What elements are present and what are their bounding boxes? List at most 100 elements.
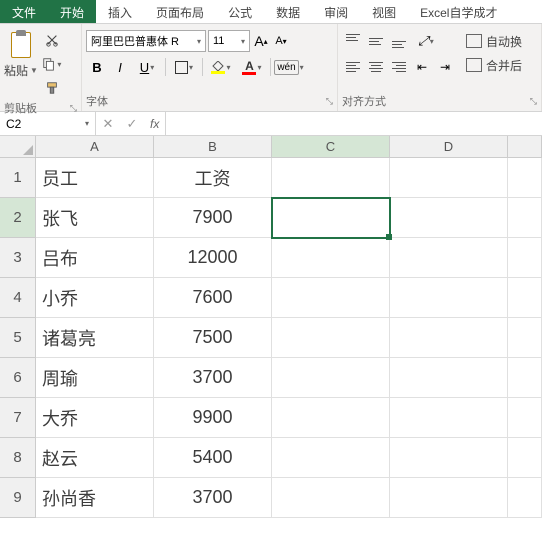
cell-C3[interactable] [272, 238, 390, 278]
align-top-button[interactable] [342, 30, 364, 52]
increase-indent-button[interactable]: ⇥ [434, 56, 456, 78]
orientation-button[interactable]: ⤢▾ [411, 30, 441, 52]
cell-B3[interactable]: 12000 [154, 238, 272, 278]
copy-button[interactable]: ▾ [42, 54, 62, 74]
cell-B9[interactable]: 3700 [154, 478, 272, 518]
grow-font-button[interactable]: A▴ [252, 30, 270, 52]
col-header-B[interactable]: B [154, 136, 272, 158]
row-header-4[interactable]: 4 [0, 278, 36, 318]
cell-D8[interactable] [390, 438, 508, 478]
name-box[interactable]: C2 ▾ [0, 112, 96, 135]
align-bottom-button[interactable] [388, 30, 410, 52]
format-painter-button[interactable] [42, 78, 62, 98]
italic-button[interactable]: I [109, 56, 131, 78]
fill-color-button[interactable]: ▾ [206, 56, 236, 78]
cut-button[interactable] [42, 30, 62, 50]
cell-A2[interactable]: 张飞 [36, 198, 154, 238]
cell-A5[interactable]: 诸葛亮 [36, 318, 154, 358]
align-right-button[interactable] [388, 56, 410, 78]
cell-D1[interactable] [390, 158, 508, 198]
cell-C7[interactable] [272, 398, 390, 438]
paste-button[interactable]: 粘贴 ▼ [4, 26, 38, 79]
row-header-2[interactable]: 2 [0, 198, 36, 238]
tab-review[interactable]: 审阅 [312, 0, 360, 23]
wrap-text-button[interactable]: 自动换 [462, 30, 526, 52]
row-header-7[interactable]: 7 [0, 398, 36, 438]
col-header-D[interactable]: D [390, 136, 508, 158]
cell-C8[interactable] [272, 438, 390, 478]
cell-A3[interactable]: 吕布 [36, 238, 154, 278]
cell-D7[interactable] [390, 398, 508, 438]
cell-A4[interactable]: 小乔 [36, 278, 154, 318]
tab-view[interactable]: 视图 [360, 0, 408, 23]
tab-file[interactable]: 文件 [0, 0, 48, 23]
col-header-C[interactable]: C [272, 136, 390, 158]
tab-data[interactable]: 数据 [264, 0, 312, 23]
cell-B7[interactable]: 9900 [154, 398, 272, 438]
font-color-button[interactable]: A ▾ [237, 56, 267, 78]
cell-A1[interactable]: 员工 [36, 158, 154, 198]
row-header-6[interactable]: 6 [0, 358, 36, 398]
cell-B4[interactable]: 7600 [154, 278, 272, 318]
accept-formula-button[interactable]: ✓ [120, 116, 144, 132]
cell-B8[interactable]: 5400 [154, 438, 272, 478]
cell-E5[interactable] [508, 318, 542, 358]
bold-button[interactable]: B [86, 56, 108, 78]
tab-pagelayout[interactable]: 页面布局 [144, 0, 216, 23]
cell-D2[interactable] [390, 198, 508, 238]
cell-B1[interactable]: 工资 [154, 158, 272, 198]
cell-C6[interactable] [272, 358, 390, 398]
tab-formulas[interactable]: 公式 [216, 0, 264, 23]
row-header-9[interactable]: 9 [0, 478, 36, 518]
cell-D3[interactable] [390, 238, 508, 278]
shrink-font-button[interactable]: A▾ [272, 30, 290, 52]
row-header-8[interactable]: 8 [0, 438, 36, 478]
cell-E9[interactable] [508, 478, 542, 518]
cell-D5[interactable] [390, 318, 508, 358]
dialog-launcher-icon[interactable]: ⤡ [530, 96, 537, 107]
cell-B6[interactable]: 3700 [154, 358, 272, 398]
align-middle-button[interactable] [365, 30, 387, 52]
border-button[interactable]: ▾ [169, 56, 199, 78]
cell-A8[interactable]: 赵云 [36, 438, 154, 478]
phonetic-button[interactable]: wén▾ [274, 56, 304, 78]
col-header-E[interactable] [508, 136, 542, 158]
cell-E6[interactable] [508, 358, 542, 398]
cell-C4[interactable] [272, 278, 390, 318]
cell-E3[interactable] [508, 238, 542, 278]
cell-E1[interactable] [508, 158, 542, 198]
cell-A7[interactable]: 大乔 [36, 398, 154, 438]
cell-D9[interactable] [390, 478, 508, 518]
cell-C1[interactable] [272, 158, 390, 198]
tab-extra[interactable]: Excel自学成才 [408, 0, 509, 23]
cell-C2[interactable] [272, 198, 390, 238]
tab-insert[interactable]: 插入 [96, 0, 144, 23]
font-size-select[interactable]: 11 ▾ [208, 30, 250, 52]
row-header-1[interactable]: 1 [0, 158, 36, 198]
cell-E7[interactable] [508, 398, 542, 438]
dialog-launcher-icon[interactable]: ⤡ [326, 96, 333, 107]
cell-A9[interactable]: 孙尚香 [36, 478, 154, 518]
select-all-corner[interactable] [0, 136, 36, 158]
cell-A6[interactable]: 周瑜 [36, 358, 154, 398]
align-center-button[interactable] [365, 56, 387, 78]
cell-C9[interactable] [272, 478, 390, 518]
tab-home[interactable]: 开始 [48, 0, 96, 23]
cell-E2[interactable] [508, 198, 542, 238]
cancel-formula-button[interactable]: ✕ [96, 116, 120, 132]
col-header-A[interactable]: A [36, 136, 154, 158]
cell-D4[interactable] [390, 278, 508, 318]
decrease-indent-button[interactable]: ⇤ [411, 56, 433, 78]
row-header-5[interactable]: 5 [0, 318, 36, 358]
cell-C5[interactable] [272, 318, 390, 358]
formula-input[interactable] [166, 112, 542, 135]
fx-icon[interactable]: fx [144, 117, 165, 131]
cell-D6[interactable] [390, 358, 508, 398]
merge-center-button[interactable]: 合并后 [462, 54, 526, 76]
align-left-button[interactable] [342, 56, 364, 78]
row-header-3[interactable]: 3 [0, 238, 36, 278]
underline-button[interactable]: U▾ [132, 56, 162, 78]
font-name-select[interactable]: 阿里巴巴普惠体 R ▾ [86, 30, 206, 52]
cell-E4[interactable] [508, 278, 542, 318]
cell-E8[interactable] [508, 438, 542, 478]
